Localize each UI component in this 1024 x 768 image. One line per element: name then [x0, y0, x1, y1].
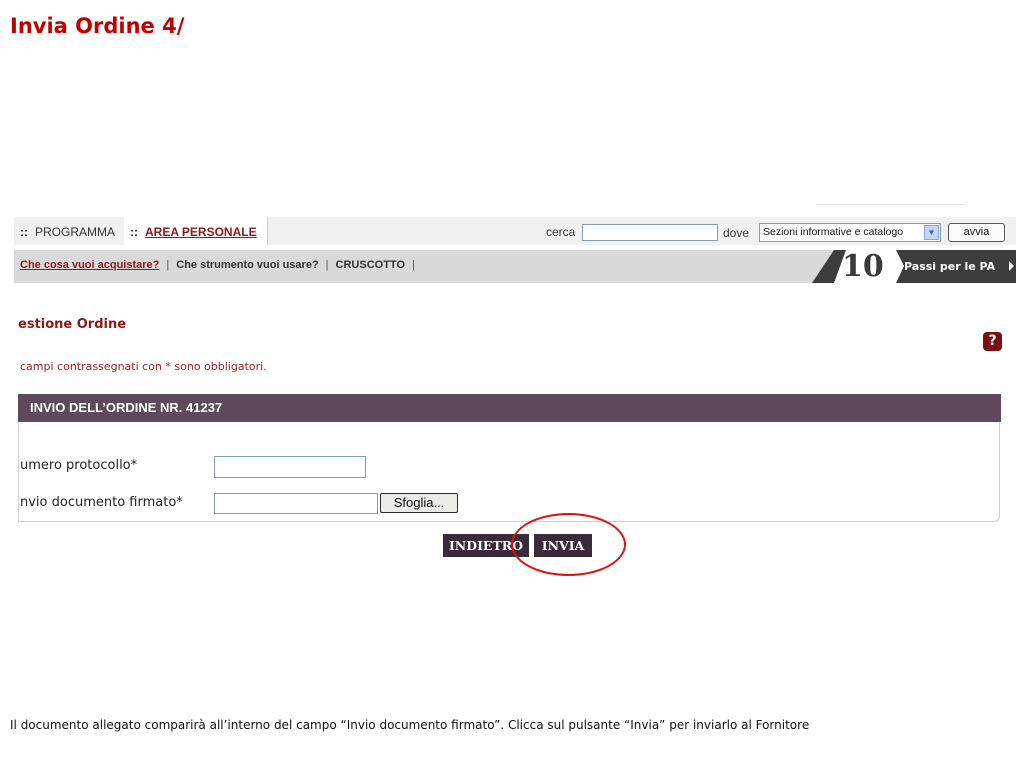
protocol-number-field[interactable]: [214, 456, 366, 478]
tab-area-personale[interactable]: :: AREA PERSONALE: [124, 217, 268, 245]
top-nav: :: PROGRAMMA :: AREA PERSONALE cerca dove …: [14, 217, 1016, 245]
sub-nav-links: Che cosa vuoi acquistare? | Che strumento …: [20, 259, 422, 271]
link-separator: |: [412, 259, 415, 271]
link-cruscotto[interactable]: CRUSCOTTO: [336, 259, 405, 271]
ten-steps-banner[interactable]: 10 Passi per le PA: [812, 249, 1016, 284]
section-header: INVIO DELL’ORDINE NR. 41237: [18, 394, 1001, 422]
signed-document-field[interactable]: [214, 493, 378, 514]
banner-number: 10: [842, 249, 884, 284]
tab-separator: ::: [130, 225, 138, 239]
protocol-number-label: umero protocollo*: [20, 458, 138, 473]
scope-select[interactable]: Sezioni informative e catalogo ▼: [759, 223, 941, 242]
search-go-button[interactable]: avvia: [948, 223, 1005, 242]
divider: [816, 204, 966, 205]
link-che-strumento[interactable]: Che strumento vuoi usare?: [176, 259, 318, 271]
browse-button[interactable]: Sfoglia...: [380, 493, 458, 513]
banner-text: Passi per le PA: [904, 260, 996, 273]
slide-title: Invia Ordine 4/: [10, 14, 185, 38]
link-che-cosa-acquistare[interactable]: Che cosa vuoi acquistare?: [20, 259, 159, 271]
link-separator: |: [166, 259, 170, 271]
slide-caption: Il documento allegato comparirà all’inte…: [10, 718, 810, 732]
highlight-circle: [511, 513, 626, 576]
sub-nav: Che cosa vuoi acquistare? | Che strumento …: [14, 249, 1016, 284]
link-separator: |: [325, 259, 329, 271]
tab-label: AREA PERSONALE: [145, 225, 257, 239]
search-label: cerca: [546, 225, 576, 239]
scope-label: dove: [723, 226, 750, 240]
search-input[interactable]: [582, 224, 718, 241]
help-icon[interactable]: ?: [983, 332, 1002, 351]
tab-label: PROGRAMMA: [35, 225, 116, 239]
page-title: estione Ordine: [18, 317, 127, 332]
chevron-down-icon[interactable]: ▼: [924, 225, 939, 240]
tab-separator: ::: [20, 225, 28, 239]
signed-document-label: nvio documento firmato*: [20, 495, 183, 510]
tab-programma[interactable]: :: PROGRAMMA: [20, 217, 115, 245]
required-fields-note: campi contrassegnati con * sono obbligat…: [20, 360, 267, 373]
section-title: INVIO DELL’ORDINE NR. 41237: [30, 400, 223, 415]
scope-select-value: Sezioni informative e catalogo: [763, 226, 904, 238]
